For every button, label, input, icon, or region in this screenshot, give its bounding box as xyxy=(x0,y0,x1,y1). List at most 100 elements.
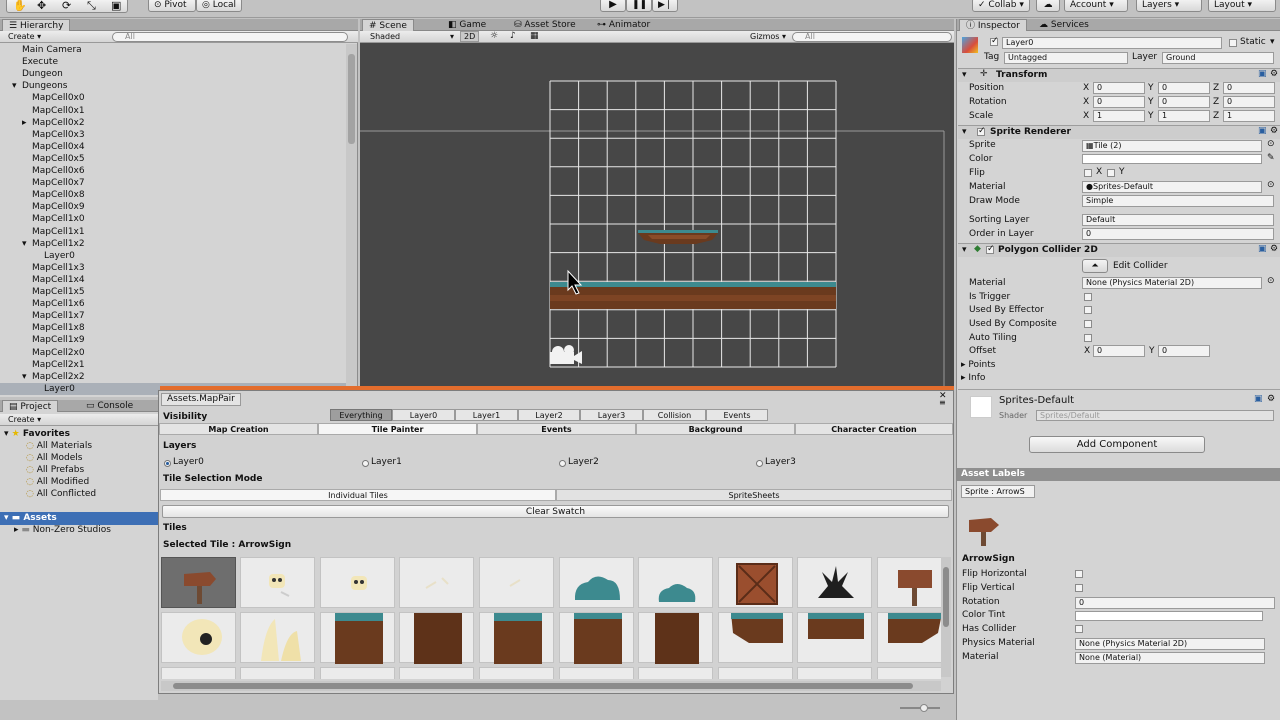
flip-x-checkbox[interactable] xyxy=(1084,169,1092,177)
points-foldout[interactable]: ▸ Points xyxy=(961,360,995,370)
layer3-radio[interactable] xyxy=(756,460,763,467)
add-component-button[interactable]: Add Component xyxy=(1029,436,1205,453)
transform-position-y-field[interactable]: 0 xyxy=(1158,82,1210,94)
hierarchy-item[interactable]: ▸ MapCell0x2 xyxy=(0,117,346,129)
scale-tool-icon[interactable]: ⤡ xyxy=(87,0,96,13)
visibility-tab-collision[interactable]: Collision xyxy=(643,409,706,421)
settings-icon[interactable]: ⚙ xyxy=(1270,244,1278,254)
used-by-composite-checkbox[interactable] xyxy=(1084,320,1092,328)
hierarchy-item[interactable]: Dungeon xyxy=(0,68,346,80)
tile-ground-top-2[interactable] xyxy=(479,612,554,664)
assets-node[interactable]: ▾ ▬ Assets xyxy=(0,512,158,525)
tile-row3[interactable] xyxy=(240,667,315,679)
material-field[interactable]: ●Sprites-Default xyxy=(1082,181,1262,193)
sprite-name-field[interactable]: Sprite : ArrowS xyxy=(961,485,1035,498)
individual-tiles-tab[interactable]: Individual Tiles xyxy=(160,489,556,501)
tab-game[interactable]: ◧ Game xyxy=(442,19,492,31)
hierarchy-item[interactable]: MapCell2x0 xyxy=(0,347,346,359)
mode-2d-toggle[interactable]: 2D xyxy=(460,31,480,42)
hierarchy-item[interactable]: Main Camera xyxy=(0,44,346,56)
tile-ribcage[interactable] xyxy=(240,612,315,663)
visibility-tab-layer3[interactable]: Layer3 xyxy=(580,409,643,421)
hand-tool-icon[interactable]: ✋ xyxy=(13,0,27,12)
move-tool-icon[interactable]: ✥ xyxy=(37,0,46,12)
layer1-radio[interactable] xyxy=(362,460,369,467)
hierarchy-item[interactable]: MapCell0x3 xyxy=(0,129,346,141)
asset-rotation-value[interactable]: 0 xyxy=(1075,596,1275,609)
tile-row3[interactable] xyxy=(797,667,872,679)
clear-swatch-button[interactable]: Clear Swatch xyxy=(162,505,949,518)
hierarchy-item[interactable]: Execute xyxy=(0,56,346,68)
tile-row3[interactable] xyxy=(161,667,236,679)
favorite-item[interactable]: ◌ All Prefabs xyxy=(26,465,84,475)
transform-rotation-y-field[interactable]: 0 xyxy=(1158,96,1210,108)
play-button[interactable]: ▶ xyxy=(600,0,626,12)
effects-icon[interactable]: ▦ xyxy=(530,31,539,41)
flip-y-checkbox[interactable] xyxy=(1107,169,1115,177)
hierarchy-item[interactable]: MapCell0x9 xyxy=(0,201,346,213)
lighting-icon[interactable]: ☼ xyxy=(490,31,498,41)
hierarchy-item[interactable]: MapCell1x7 xyxy=(0,310,346,322)
rect-tool-icon[interactable]: ▣ xyxy=(111,0,121,12)
object-name-field[interactable]: Layer0 xyxy=(1002,37,1222,49)
help-icon[interactable]: ▣ xyxy=(1258,69,1267,79)
favorite-item[interactable]: ◌ All Models xyxy=(26,453,82,463)
tile-big-skull[interactable] xyxy=(161,612,236,663)
favorite-item[interactable]: ◌ All Modified xyxy=(26,477,89,487)
tiles-vertical-scrollbar[interactable] xyxy=(941,557,951,677)
hierarchy-item[interactable]: MapCell1x9 xyxy=(0,334,346,346)
hierarchy-item[interactable]: MapCell1x6 xyxy=(0,298,346,310)
hierarchy-item[interactable]: ▾ MapCell2x2 xyxy=(0,371,346,383)
tab-asset-store[interactable]: ⛁ Asset Store xyxy=(508,19,582,31)
transform-header[interactable]: ▾ ✛ Transform ▣ ⚙ xyxy=(958,68,1280,82)
sorting-layer-dropdown[interactable]: Default xyxy=(1082,214,1274,226)
scroll-thumb[interactable] xyxy=(943,567,949,627)
hierarchy-item[interactable]: ▾ MapCell1x2 xyxy=(0,238,346,250)
sprite-renderer-enabled-checkbox[interactable]: ✓ xyxy=(977,126,986,136)
hierarchy-item[interactable]: MapCell0x5 xyxy=(0,153,346,165)
settings-icon[interactable]: ⚙ xyxy=(1270,126,1278,136)
account-dropdown[interactable]: Account ▾ xyxy=(1064,0,1128,12)
object-picker-icon[interactable]: ⊙ xyxy=(1267,180,1275,190)
visibility-tab-everything[interactable]: Everything xyxy=(330,409,392,421)
asset-has-collider-check[interactable] xyxy=(1075,625,1083,634)
transform-scale-z-field[interactable]: 1 xyxy=(1223,110,1275,122)
color-swatch[interactable] xyxy=(1082,154,1262,164)
shading-dropdown[interactable]: Shaded ▾ xyxy=(370,32,456,41)
step-button[interactable]: ▶❘ xyxy=(652,0,678,12)
asset-flip-horizontal-check[interactable] xyxy=(1075,570,1083,578)
info-foldout[interactable]: ▸ Info xyxy=(961,373,985,383)
settings-icon[interactable]: ⚙ xyxy=(1270,69,1278,79)
tab-scene[interactable]: # Scene xyxy=(362,19,414,31)
polygon-collider-header[interactable]: ▾ ◆ ✓ Polygon Collider 2D ▣ ⚙ xyxy=(958,243,1280,257)
tile-sign-post[interactable] xyxy=(877,557,941,608)
object-picker-icon[interactable]: ⊙ xyxy=(1267,139,1275,149)
hierarchy-item[interactable]: MapCell1x5 xyxy=(0,286,346,298)
tile-skull-small[interactable] xyxy=(240,557,315,608)
auto-tiling-checkbox[interactable] xyxy=(1084,334,1092,342)
zoom-slider-thumb[interactable] xyxy=(920,704,928,712)
tile-row3[interactable] xyxy=(320,667,395,679)
tile-skull[interactable] xyxy=(320,557,395,608)
sprite-field[interactable]: ▦Tile (2) xyxy=(1082,140,1262,152)
tab-animator[interactable]: ⊶ Animator xyxy=(591,19,656,31)
tile-platform-mid[interactable] xyxy=(797,612,872,663)
tile-ground-fill[interactable] xyxy=(399,612,474,664)
tile-arrow-sign[interactable] xyxy=(161,557,236,608)
tile-ground-corner[interactable] xyxy=(559,612,634,664)
hierarchy-item[interactable]: MapCell0x4 xyxy=(0,141,346,153)
pause-button[interactable]: ❚❚ xyxy=(626,0,652,12)
mappair-title-tab[interactable]: Assets.MapPair xyxy=(161,393,241,406)
tile-row3[interactable] xyxy=(877,667,941,679)
static-dropdown-icon[interactable]: ▾ xyxy=(1270,37,1275,47)
tab-services[interactable]: ☁ Services xyxy=(1033,19,1095,31)
collab-dropdown[interactable]: ✓ Collab ▾ xyxy=(972,0,1030,12)
menu-icon[interactable]: ≡ xyxy=(939,398,946,407)
visibility-tab-events[interactable]: Events xyxy=(706,409,768,421)
shader-dropdown[interactable]: Sprites/Default xyxy=(1036,410,1274,421)
hierarchy-item[interactable]: MapCell0x8 xyxy=(0,189,346,201)
transform-rotation-z-field[interactable]: 0 xyxy=(1223,96,1275,108)
tag-dropdown[interactable]: Untagged xyxy=(1004,52,1128,64)
order-in-layer-field[interactable]: 0 xyxy=(1082,228,1274,240)
tile-bone[interactable] xyxy=(479,557,554,608)
